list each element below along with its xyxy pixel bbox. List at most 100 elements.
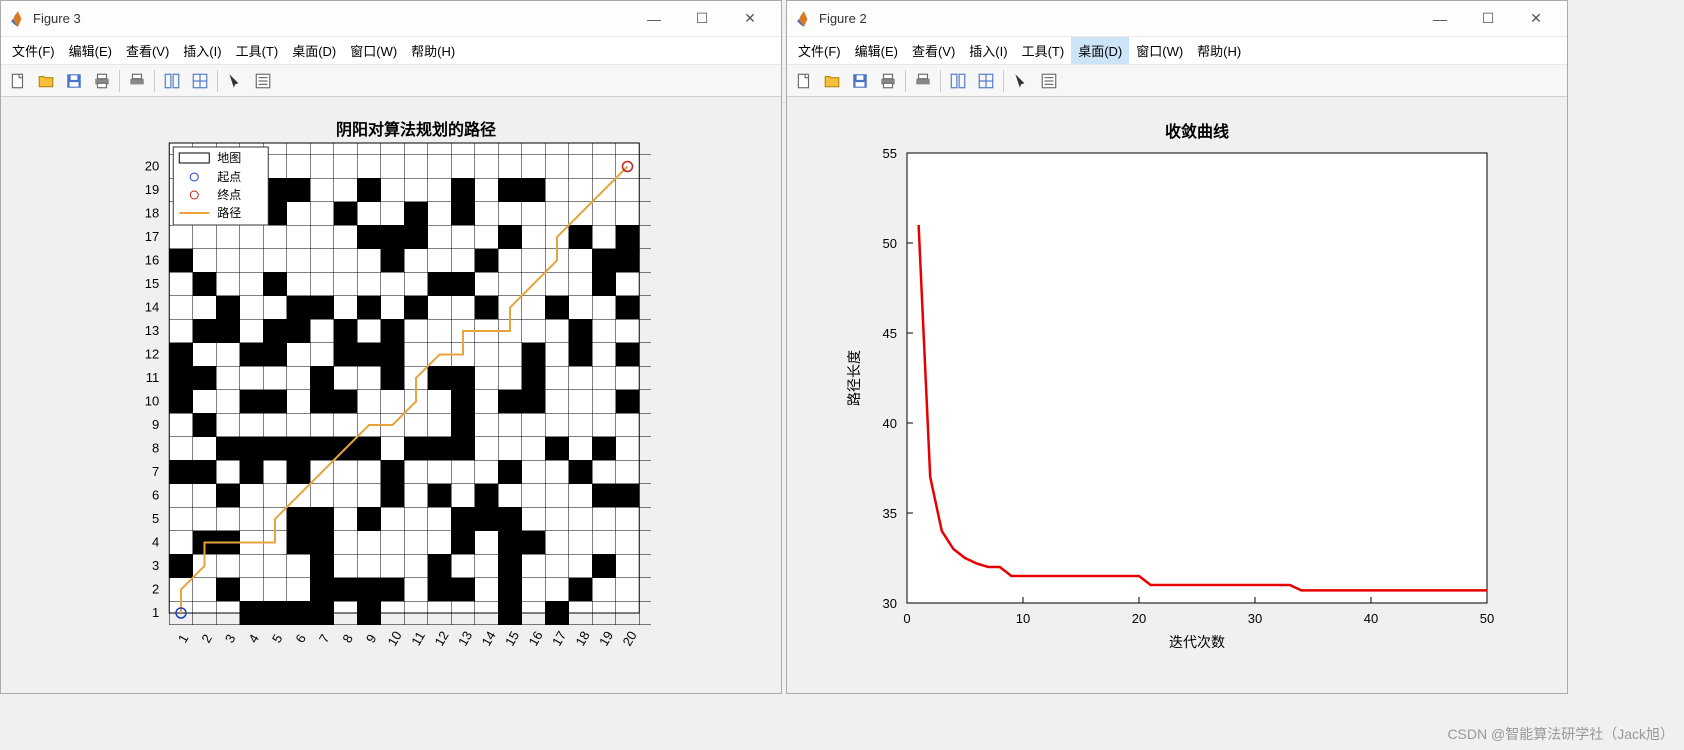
svg-text:14: 14 [478, 628, 498, 648]
svg-text:3: 3 [152, 558, 159, 573]
close-button[interactable]: ✕ [727, 4, 773, 34]
matlab-icon [795, 10, 813, 28]
new-icon[interactable] [791, 68, 817, 94]
svg-text:迭代次数: 迭代次数 [1169, 634, 1225, 650]
plot-area[interactable]: 01020304050303540455055收敛曲线迭代次数路径长度 [787, 97, 1567, 693]
svg-text:35: 35 [883, 506, 897, 521]
figure-window-3: Figure 3 — ☐ ✕ 文件(F) 编辑(E) 查看(V) 插入(I) 工… [0, 0, 782, 694]
maximize-button[interactable]: ☐ [679, 4, 725, 34]
toolbar [787, 65, 1567, 97]
save-icon[interactable] [61, 68, 87, 94]
svg-text:1: 1 [152, 605, 159, 620]
new-icon[interactable] [5, 68, 31, 94]
dock-icon[interactable] [159, 68, 185, 94]
svg-text:收敛曲线: 收敛曲线 [1165, 122, 1229, 141]
svg-text:2: 2 [198, 631, 215, 645]
layout-icon[interactable] [973, 68, 999, 94]
menu-file[interactable]: 文件(F) [791, 37, 848, 64]
svg-text:5: 5 [269, 631, 286, 645]
menu-desktop[interactable]: 桌面(D) [285, 37, 343, 64]
svg-text:50: 50 [883, 236, 897, 251]
svg-text:12: 12 [145, 346, 159, 361]
svg-text:30: 30 [1248, 611, 1262, 626]
svg-text:路径: 路径 [217, 205, 241, 220]
svg-text:15: 15 [502, 628, 522, 648]
menubar: 文件(F) 编辑(E) 查看(V) 插入(I) 工具(T) 桌面(D) 窗口(W… [1, 37, 781, 65]
minimize-button[interactable]: — [1417, 4, 1463, 34]
svg-text:2: 2 [152, 581, 159, 596]
svg-text:18: 18 [572, 628, 592, 648]
minimize-button[interactable]: — [631, 4, 677, 34]
svg-text:19: 19 [145, 182, 159, 197]
cursor-icon[interactable] [1008, 68, 1034, 94]
print-preview-icon[interactable] [910, 68, 936, 94]
plot-area[interactable]: 1122334455667788991010111112121313141415… [1, 97, 781, 693]
open-icon[interactable] [819, 68, 845, 94]
window-controls: — ☐ ✕ [631, 4, 773, 34]
svg-text:13: 13 [455, 628, 475, 648]
menu-view[interactable]: 查看(V) [119, 37, 176, 64]
svg-text:50: 50 [1480, 611, 1494, 626]
svg-text:10: 10 [384, 628, 404, 648]
svg-text:8: 8 [152, 440, 159, 455]
window-title: Figure 2 [819, 11, 1417, 26]
menu-edit[interactable]: 编辑(E) [62, 37, 119, 64]
convergence-plot: 01020304050303540455055收敛曲线迭代次数路径长度 [807, 113, 1547, 678]
menu-window[interactable]: 窗口(W) [1129, 37, 1190, 64]
svg-text:16: 16 [525, 628, 545, 648]
svg-text:7: 7 [316, 631, 333, 645]
svg-text:8: 8 [339, 631, 356, 645]
menu-tools[interactable]: 工具(T) [229, 37, 286, 64]
svg-text:10: 10 [145, 393, 159, 408]
menu-window[interactable]: 窗口(W) [343, 37, 404, 64]
svg-text:20: 20 [619, 628, 639, 648]
cursor-icon[interactable] [222, 68, 248, 94]
svg-text:11: 11 [146, 370, 160, 385]
watermark: CSDN @智能算法研学社（Jack旭） [1447, 724, 1674, 744]
svg-text:20: 20 [1132, 611, 1146, 626]
svg-text:0: 0 [903, 611, 910, 626]
titlebar: Figure 3 — ☐ ✕ [1, 1, 781, 37]
svg-text:5: 5 [152, 511, 159, 526]
svg-text:18: 18 [145, 205, 159, 220]
properties-icon[interactable] [1036, 68, 1062, 94]
print-preview-icon[interactable] [124, 68, 150, 94]
svg-text:12: 12 [431, 628, 451, 648]
menu-file[interactable]: 文件(F) [5, 37, 62, 64]
print-icon[interactable] [89, 68, 115, 94]
layout-icon[interactable] [187, 68, 213, 94]
svg-text:14: 14 [145, 299, 159, 314]
dock-icon[interactable] [945, 68, 971, 94]
properties-icon[interactable] [250, 68, 276, 94]
close-button[interactable]: ✕ [1513, 4, 1559, 34]
menu-desktop[interactable]: 桌面(D) [1071, 37, 1129, 64]
svg-text:10: 10 [1016, 611, 1030, 626]
svg-text:终点: 终点 [217, 187, 241, 202]
svg-text:19: 19 [596, 628, 616, 648]
menu-insert[interactable]: 插入(I) [962, 37, 1014, 64]
menu-help[interactable]: 帮助(H) [404, 37, 462, 64]
svg-text:6: 6 [152, 487, 159, 502]
titlebar: Figure 2 — ☐ ✕ [787, 1, 1567, 37]
svg-text:4: 4 [152, 534, 159, 549]
matlab-icon [9, 10, 27, 28]
open-icon[interactable] [33, 68, 59, 94]
svg-text:17: 17 [145, 229, 159, 244]
menu-insert[interactable]: 插入(I) [176, 37, 228, 64]
menu-edit[interactable]: 编辑(E) [848, 37, 905, 64]
menu-tools[interactable]: 工具(T) [1015, 37, 1072, 64]
save-icon[interactable] [847, 68, 873, 94]
svg-text:阴阳对算法规划的路径: 阴阳对算法规划的路径 [336, 120, 496, 139]
maximize-button[interactable]: ☐ [1465, 4, 1511, 34]
menu-help[interactable]: 帮助(H) [1190, 37, 1248, 64]
svg-text:4: 4 [245, 631, 262, 645]
svg-text:路径长度: 路径长度 [846, 350, 862, 406]
menubar: 文件(F) 编辑(E) 查看(V) 插入(I) 工具(T) 桌面(D) 窗口(W… [787, 37, 1567, 65]
menu-view[interactable]: 查看(V) [905, 37, 962, 64]
svg-text:3: 3 [222, 631, 239, 645]
svg-text:11: 11 [408, 628, 428, 647]
toolbar [1, 65, 781, 97]
window-controls: — ☐ ✕ [1417, 4, 1559, 34]
print-icon[interactable] [875, 68, 901, 94]
svg-text:16: 16 [145, 252, 159, 267]
